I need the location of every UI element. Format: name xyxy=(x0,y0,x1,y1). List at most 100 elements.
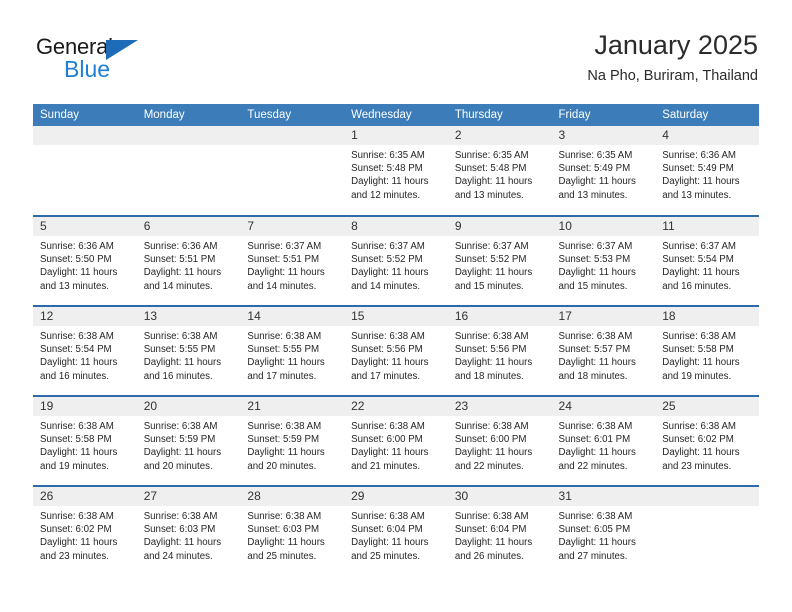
calendar-day-cell[interactable]: 14 Sunrise: 6:38 AM Sunset: 5:55 PM Dayligh… xyxy=(240,305,345,396)
calendar-day-cell[interactable]: 16 Sunrise: 6:38 AM Sunset: 5:56 PM Dayligh… xyxy=(447,305,552,396)
calendar-day-cell[interactable]: 28 Sunrise: 6:38 AM Sunset: 6:03 PM Dayligh… xyxy=(240,485,345,576)
day-number: 3 xyxy=(551,126,656,145)
calendar-day-cell[interactable]: 20 Sunrise: 6:38 AM Sunset: 5:59 PM Dayligh… xyxy=(136,395,241,486)
sunset-time: Sunset: 6:02 PM xyxy=(40,524,112,536)
calendar-week-row: 26 Sunrise: 6:38 AM Sunset: 6:02 PM Dayligh… xyxy=(33,485,759,576)
day-number xyxy=(240,126,345,145)
calendar-day-cell[interactable]: 18 Sunrise: 6:38 AM Sunset: 5:58 PM Dayligh… xyxy=(655,305,759,396)
sunset-time: Sunset: 6:04 PM xyxy=(454,524,527,536)
calendar-day-cell[interactable]: 27 Sunrise: 6:38 AM Sunset: 6:03 PM Dayligh… xyxy=(136,485,241,576)
daylight-duration-line1: Daylight: 11 hours xyxy=(454,176,533,188)
day-cell-content xyxy=(136,126,241,214)
calendar-day-cell[interactable]: 17 Sunrise: 6:38 AM Sunset: 5:57 PM Dayligh… xyxy=(551,305,656,396)
daylight-duration-line1: Daylight: 11 hours xyxy=(40,267,118,279)
day-number: 25 xyxy=(655,397,759,416)
weekday-header-tuesday: Tuesday xyxy=(240,104,345,126)
calendar-day-cell[interactable]: 11 Sunrise: 6:37 AM Sunset: 5:54 PM Dayligh… xyxy=(655,215,759,306)
calendar-day-cell[interactable]: 3 Sunrise: 6:35 AM Sunset: 5:49 PM Daylight… xyxy=(551,126,656,216)
calendar-day-cell[interactable]: 1 Sunrise: 6:35 AM Sunset: 5:48 PM Daylight… xyxy=(344,126,448,216)
daylight-duration-line2: and 22 minutes. xyxy=(454,460,524,472)
calendar-empty-cell xyxy=(33,126,137,216)
calendar-day-cell[interactable]: 26 Sunrise: 6:38 AM Sunset: 6:02 PM Dayligh… xyxy=(33,485,137,576)
day-sun-info: Sunrise: 6:38 AM Sunset: 5:56 PM Daylight:… xyxy=(344,326,448,383)
sunrise-time: Sunrise: 6:37 AM xyxy=(454,241,529,252)
sunset-time: Sunset: 5:50 PM xyxy=(40,254,112,266)
daylight-duration-line2: and 21 minutes. xyxy=(351,460,421,472)
sunset-time: Sunset: 5:54 PM xyxy=(40,344,112,356)
day-number: 15 xyxy=(344,307,448,326)
day-cell-content: 29 Sunrise: 6:38 AM Sunset: 6:04 PM Dayligh… xyxy=(344,487,448,575)
calendar-day-cell[interactable]: 10 Sunrise: 6:37 AM Sunset: 5:53 PM Dayligh… xyxy=(551,215,656,306)
calendar-day-cell[interactable]: 31 Sunrise: 6:38 AM Sunset: 6:05 PM Dayligh… xyxy=(551,485,656,576)
day-sun-info: Sunrise: 6:38 AM Sunset: 6:01 PM Daylight:… xyxy=(552,416,656,473)
calendar-day-cell[interactable]: 25 Sunrise: 6:38 AM Sunset: 6:02 PM Dayligh… xyxy=(655,395,759,486)
sunrise-time: Sunrise: 6:37 AM xyxy=(662,241,736,252)
day-sun-info: Sunrise: 6:37 AM Sunset: 5:52 PM Daylight:… xyxy=(344,236,448,293)
daylight-duration-line1: Daylight: 11 hours xyxy=(558,447,636,459)
calendar-day-cell[interactable]: 6 Sunrise: 6:36 AM Sunset: 5:51 PM Daylight… xyxy=(136,215,241,306)
daylight-duration-line1: Daylight: 11 hours xyxy=(662,267,740,279)
daylight-duration-line2: and 16 minutes. xyxy=(40,370,109,382)
calendar-day-cell[interactable]: 7 Sunrise: 6:37 AM Sunset: 5:51 PM Daylight… xyxy=(240,215,345,306)
day-number: 16 xyxy=(447,307,552,326)
page-header: General Blue January 2025 Na Pho, Burira… xyxy=(0,0,792,100)
day-sun-info: Sunrise: 6:36 AM Sunset: 5:51 PM Daylight:… xyxy=(137,236,241,293)
sunrise-time: Sunrise: 6:38 AM xyxy=(558,511,633,522)
daylight-duration-line2: and 13 minutes. xyxy=(40,280,109,292)
calendar-day-cell[interactable]: 21 Sunrise: 6:38 AM Sunset: 5:59 PM Dayligh… xyxy=(240,395,345,486)
sunset-time: Sunset: 5:59 PM xyxy=(143,434,216,446)
day-cell-content: 24 Sunrise: 6:38 AM Sunset: 6:01 PM Dayligh… xyxy=(551,397,656,485)
day-sun-info: Sunrise: 6:38 AM Sunset: 5:58 PM Daylight:… xyxy=(33,416,137,473)
day-number: 26 xyxy=(33,487,137,506)
daylight-duration-line2: and 15 minutes. xyxy=(558,280,628,292)
daylight-duration-line2: and 27 minutes. xyxy=(558,550,628,562)
daylight-duration-line2: and 25 minutes. xyxy=(351,550,421,562)
sunset-time: Sunset: 5:49 PM xyxy=(558,163,631,175)
daylight-duration-line2: and 18 minutes. xyxy=(454,370,524,382)
calendar-day-cell[interactable]: 29 Sunrise: 6:38 AM Sunset: 6:04 PM Dayligh… xyxy=(344,485,448,576)
sunset-time: Sunset: 5:54 PM xyxy=(662,254,734,266)
daylight-duration-line1: Daylight: 11 hours xyxy=(454,267,533,279)
day-sun-info: Sunrise: 6:38 AM Sunset: 6:04 PM Daylight:… xyxy=(448,506,552,563)
day-number: 14 xyxy=(240,307,345,326)
day-number: 13 xyxy=(136,307,241,326)
daylight-duration-line2: and 17 minutes. xyxy=(351,370,421,382)
weekday-header-thursday: Thursday xyxy=(447,104,552,126)
calendar-day-cell[interactable]: 13 Sunrise: 6:38 AM Sunset: 5:55 PM Dayligh… xyxy=(136,305,241,396)
calendar-day-cell[interactable]: 24 Sunrise: 6:38 AM Sunset: 6:01 PM Dayligh… xyxy=(551,395,656,486)
sunrise-time: Sunrise: 6:38 AM xyxy=(247,421,322,432)
daylight-duration-line2: and 12 minutes. xyxy=(351,189,421,201)
daylight-duration-line2: and 18 minutes. xyxy=(558,370,628,382)
calendar-day-cell[interactable]: 30 Sunrise: 6:38 AM Sunset: 6:04 PM Dayligh… xyxy=(447,485,552,576)
day-sun-info: Sunrise: 6:38 AM Sunset: 6:02 PM Daylight:… xyxy=(655,416,759,473)
day-sun-info: Sunrise: 6:38 AM Sunset: 6:03 PM Daylight:… xyxy=(240,506,344,563)
daylight-duration-line2: and 22 minutes. xyxy=(558,460,628,472)
sunset-time: Sunset: 5:55 PM xyxy=(247,344,320,356)
daylight-duration-line1: Daylight: 11 hours xyxy=(247,267,325,279)
calendar-day-cell[interactable]: 4 Sunrise: 6:36 AM Sunset: 5:49 PM Daylight… xyxy=(655,126,759,216)
day-cell-content: 31 Sunrise: 6:38 AM Sunset: 6:05 PM Dayligh… xyxy=(551,487,656,575)
daylight-duration-line1: Daylight: 11 hours xyxy=(558,176,636,188)
calendar-day-cell[interactable]: 2 Sunrise: 6:35 AM Sunset: 5:48 PM Daylight… xyxy=(447,126,552,216)
day-number: 9 xyxy=(447,217,552,236)
calendar-day-cell[interactable]: 9 Sunrise: 6:37 AM Sunset: 5:52 PM Daylight… xyxy=(447,215,552,306)
calendar-day-cell[interactable]: 19 Sunrise: 6:38 AM Sunset: 5:58 PM Dayligh… xyxy=(33,395,137,486)
calendar-day-cell[interactable]: 23 Sunrise: 6:38 AM Sunset: 6:00 PM Dayligh… xyxy=(447,395,552,486)
day-number: 4 xyxy=(655,126,759,145)
calendar-day-cell[interactable]: 8 Sunrise: 6:37 AM Sunset: 5:52 PM Daylight… xyxy=(344,215,448,306)
calendar-day-cell[interactable]: 5 Sunrise: 6:36 AM Sunset: 5:50 PM Daylight… xyxy=(33,215,137,306)
day-sun-info: Sunrise: 6:37 AM Sunset: 5:52 PM Daylight:… xyxy=(448,236,552,293)
weekday-header-wednesday: Wednesday xyxy=(344,104,448,126)
calendar-day-cell[interactable]: 22 Sunrise: 6:38 AM Sunset: 6:00 PM Dayligh… xyxy=(344,395,448,486)
calendar-page: General Blue January 2025 Na Pho, Burira… xyxy=(0,0,792,612)
day-sun-info: Sunrise: 6:38 AM Sunset: 5:55 PM Daylight:… xyxy=(240,326,344,383)
sunset-time: Sunset: 6:03 PM xyxy=(143,524,216,536)
calendar-day-cell[interactable]: 12 Sunrise: 6:38 AM Sunset: 5:54 PM Dayligh… xyxy=(33,305,137,396)
day-cell-content: 16 Sunrise: 6:38 AM Sunset: 5:56 PM Dayligh… xyxy=(447,307,552,395)
day-number: 30 xyxy=(447,487,552,506)
day-number: 10 xyxy=(551,217,656,236)
day-sun-info: Sunrise: 6:38 AM Sunset: 5:55 PM Daylight:… xyxy=(137,326,241,383)
daylight-duration-line2: and 13 minutes. xyxy=(662,189,732,201)
calendar-day-cell[interactable]: 15 Sunrise: 6:38 AM Sunset: 5:56 PM Dayligh… xyxy=(344,305,448,396)
daylight-duration-line1: Daylight: 11 hours xyxy=(351,447,429,459)
